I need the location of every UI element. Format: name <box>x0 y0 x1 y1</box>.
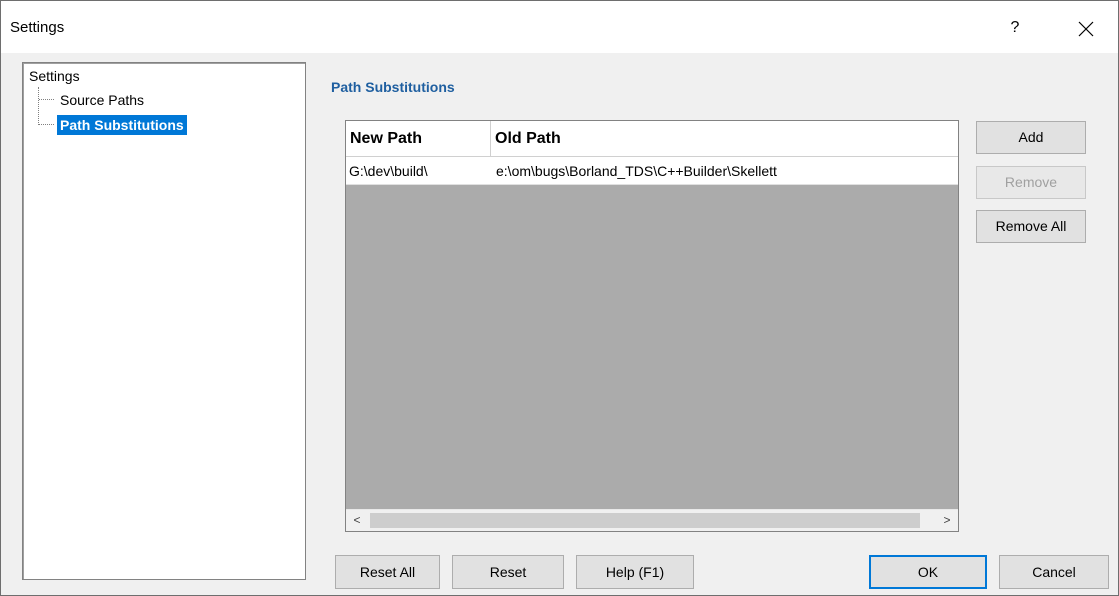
cancel-button[interactable]: Cancel <box>999 555 1109 589</box>
reset-all-button[interactable]: Reset All <box>335 555 440 589</box>
tree-item-path-substitutions[interactable]: Path Substitutions <box>57 115 187 135</box>
column-header-old-path[interactable]: Old Path <box>491 121 958 157</box>
help-title-button[interactable]: ? <box>1001 11 1029 45</box>
column-header-new-path[interactable]: New Path <box>346 121 491 157</box>
tree-connector <box>39 99 54 100</box>
scroll-right-icon[interactable]: > <box>936 510 958 531</box>
close-button[interactable] <box>1063 11 1109 45</box>
remove-button[interactable]: Remove <box>976 166 1086 199</box>
path-substitutions-grid[interactable]: New Path Old Path G:\dev\build\ e:\om\bu… <box>345 120 959 532</box>
close-icon <box>1078 21 1094 37</box>
reset-button[interactable]: Reset <box>452 555 564 589</box>
horizontal-scrollbar[interactable]: < > <box>346 509 958 531</box>
scrollbar-thumb[interactable] <box>370 513 920 528</box>
tree-connector <box>38 87 39 125</box>
section-title: Path Substitutions <box>331 79 455 95</box>
window-title: Settings <box>10 19 65 36</box>
scroll-left-icon[interactable]: < <box>346 510 368 531</box>
cell-new-path[interactable]: G:\dev\build\ <box>346 157 491 185</box>
ok-button[interactable]: OK <box>869 555 987 589</box>
remove-all-button[interactable]: Remove All <box>976 210 1086 243</box>
table-row[interactable]: G:\dev\build\ e:\om\bugs\Borland_TDS\C++… <box>346 157 958 185</box>
help-button[interactable]: Help (F1) <box>576 555 694 589</box>
tree-connector <box>39 124 54 125</box>
add-button[interactable]: Add <box>976 121 1086 154</box>
grid-header: New Path Old Path <box>346 121 958 157</box>
settings-tree[interactable]: Settings Source Paths Path Substitutions <box>22 62 306 580</box>
tree-item-source-paths[interactable]: Source Paths <box>57 90 147 110</box>
cell-old-path[interactable]: e:\om\bugs\Borland_TDS\C++Builder\Skelle… <box>493 157 958 185</box>
title-bar: Settings ? <box>0 0 1119 53</box>
tree-root-settings[interactable]: Settings <box>29 68 80 84</box>
